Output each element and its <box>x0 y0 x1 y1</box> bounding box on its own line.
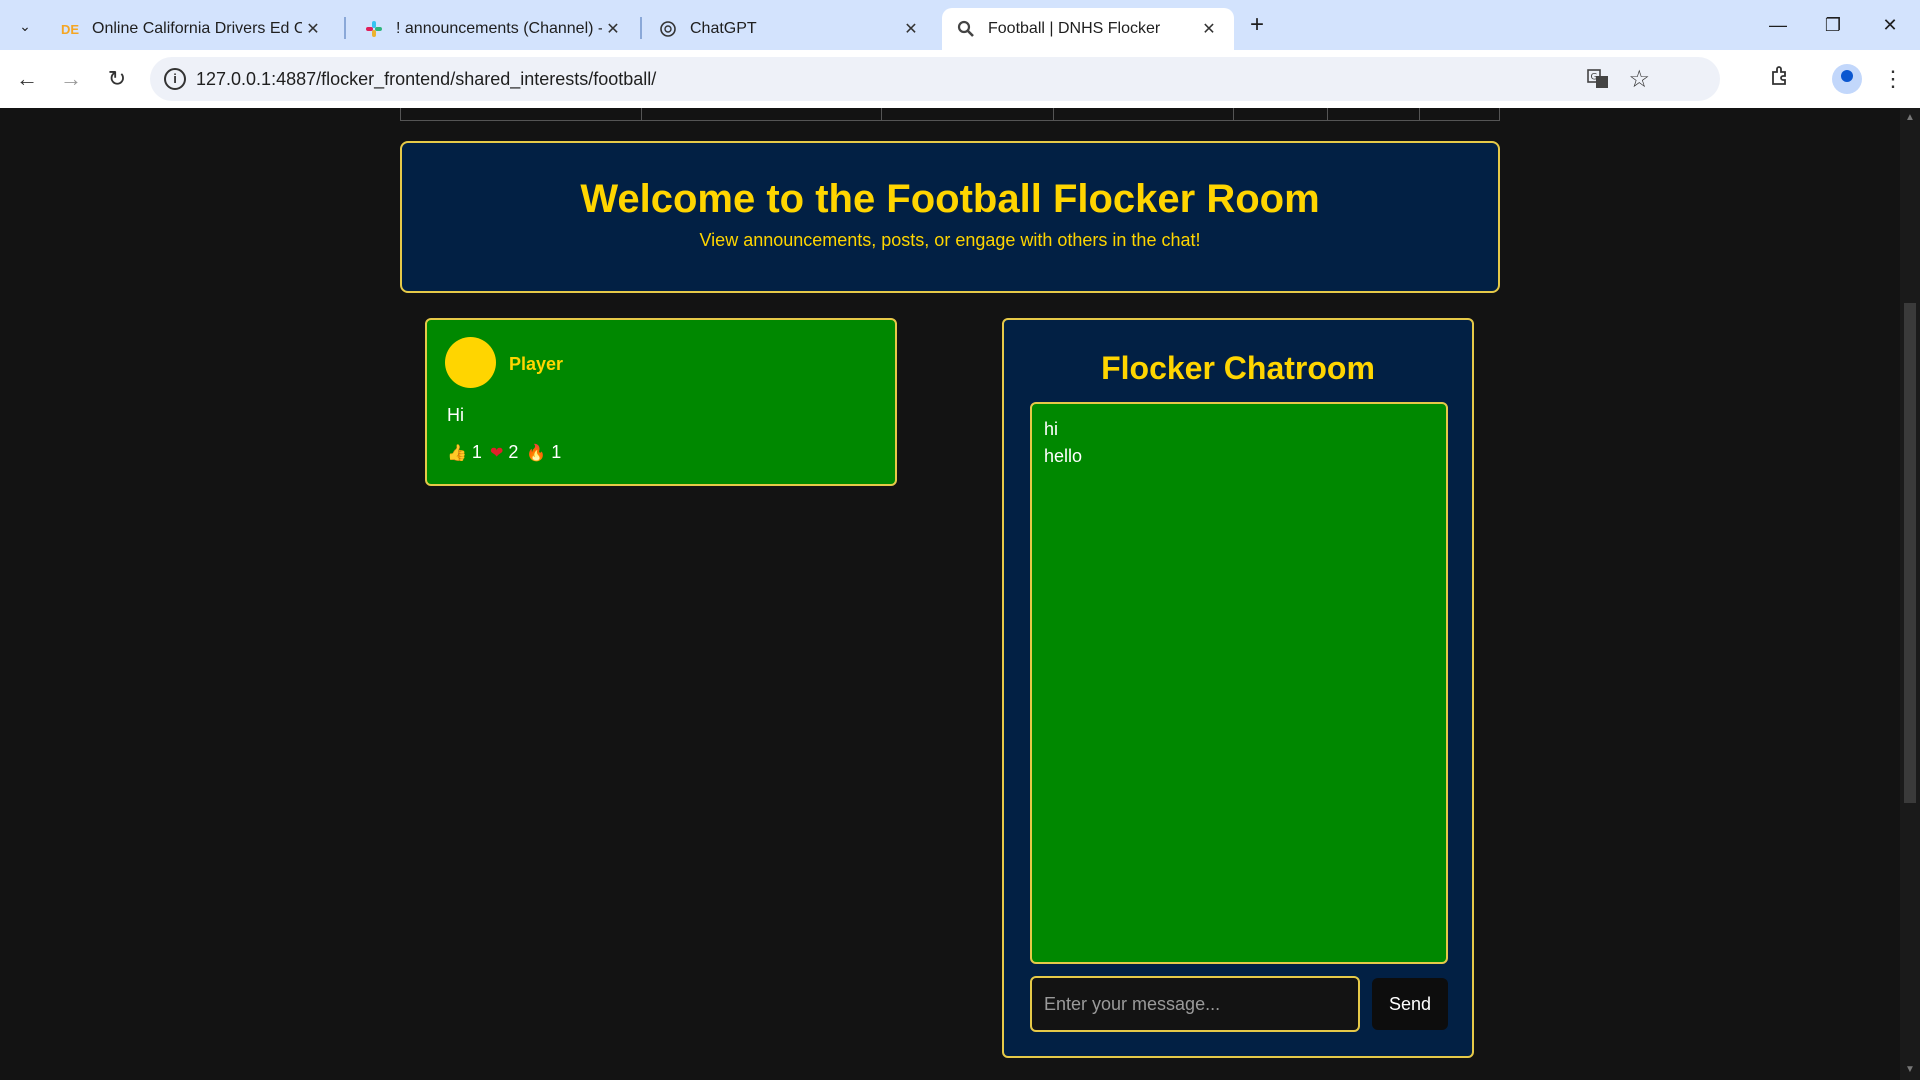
tab-title: ChatGPT <box>690 20 757 37</box>
chat-messages[interactable]: hi hello <box>1030 402 1448 964</box>
reaction-count: 2 <box>508 442 519 462</box>
minimize-button[interactable]: — <box>1758 10 1798 40</box>
browser-toolbar: ← → ↻ i 127.0.0.1:4887/flocker_frontend/… <box>0 50 1920 108</box>
chatgpt-icon <box>658 19 678 39</box>
translate-icon[interactable]: G <box>1586 67 1610 91</box>
arrow-right-icon: → <box>60 66 82 91</box>
bookmark-star-icon[interactable]: ☆ <box>1628 65 1650 94</box>
tab-football-flocker[interactable]: Football | DNHS Flocker ✕ <box>942 8 1234 50</box>
tab-strip: ⌄ DE Online California Drivers Ed Cou ✕ … <box>0 0 1920 50</box>
search-favicon-icon <box>956 19 976 39</box>
site-info-icon[interactable]: i <box>164 68 186 90</box>
reload-icon: ↻ <box>107 66 127 91</box>
scroll-down-icon[interactable]: ▼ <box>1904 1064 1916 1076</box>
page-viewport: Welcome to the Football Flocker Room Vie… <box>0 108 1920 1080</box>
close-icon[interactable]: ✕ <box>1198 19 1220 39</box>
drivers-ed-favicon-icon: DE <box>60 21 80 37</box>
post-author: Player <box>509 354 564 374</box>
tab-separator <box>640 17 642 39</box>
page-subtitle: View announcements, posts, or engage wit… <box>699 230 1201 250</box>
heart-icon: ❤ <box>489 444 504 462</box>
thumbs-up-icon: 👍 <box>447 444 467 462</box>
menu-kebab-icon[interactable]: ⋮ <box>1878 64 1908 94</box>
chat-panel: Flocker Chatroom hi hello Send <box>1002 318 1474 1058</box>
close-window-button[interactable]: ✕ <box>1870 10 1910 40</box>
reaction-heart[interactable]: ❤ 2 <box>490 442 518 463</box>
close-icon[interactable]: ✕ <box>900 19 922 39</box>
tab-title: ! announcements (Channel) - C <box>396 20 602 37</box>
scroll-up-icon[interactable]: ▲ <box>1904 112 1916 124</box>
back-button[interactable]: ← <box>12 64 42 94</box>
reload-button[interactable]: ↻ <box>102 64 132 94</box>
tab-title: Online California Drivers Ed Cou <box>92 20 302 37</box>
arrow-left-icon: ← <box>16 66 38 91</box>
profile-avatar-icon[interactable] <box>1832 64 1862 94</box>
tab-drivers-ed[interactable]: DE Online California Drivers Ed Cou ✕ <box>46 8 338 50</box>
tab-search-button[interactable]: ⌄ <box>10 11 40 41</box>
reaction-bar: 👍 1 ❤ 2 🔥 1 <box>447 442 569 463</box>
tab-separator <box>344 17 346 39</box>
restore-button[interactable]: ❐ <box>1813 10 1853 40</box>
post-card: Player Hi 👍 1 ❤ 2 🔥 1 <box>425 318 897 486</box>
reaction-count: 1 <box>551 442 562 462</box>
tab-title: Football | DNHS Flocker <box>988 20 1161 37</box>
navigation-table-remnant <box>400 108 1500 121</box>
chat-message-input[interactable] <box>1030 976 1360 1032</box>
close-icon[interactable]: ✕ <box>602 19 624 39</box>
page-scrollbar[interactable]: ▲ ▼ <box>1900 108 1920 1080</box>
chevron-down-icon: ⌄ <box>19 17 31 34</box>
tab-announcements[interactable]: ! announcements (Channel) - C ✕ <box>350 8 638 50</box>
slack-icon <box>364 19 384 39</box>
chat-title: Flocker Chatroom <box>1101 350 1375 386</box>
forward-button[interactable]: → <box>56 64 86 94</box>
svg-text:G: G <box>1591 73 1598 83</box>
extensions-icon[interactable] <box>1766 64 1796 94</box>
avatar <box>445 337 496 388</box>
url-text[interactable]: 127.0.0.1:4887/flocker_frontend/shared_i… <box>196 69 656 90</box>
reaction-fire[interactable]: 🔥 1 <box>526 442 561 463</box>
page-title: Welcome to the Football Flocker Room <box>580 177 1320 221</box>
reaction-thumbs-up[interactable]: 👍 1 <box>447 442 482 463</box>
close-icon[interactable]: ✕ <box>302 19 324 39</box>
welcome-banner: Welcome to the Football Flocker Room Vie… <box>400 141 1500 293</box>
chat-message: hello <box>1044 446 1083 466</box>
new-tab-button[interactable]: + <box>1243 12 1271 40</box>
scrollbar-thumb[interactable] <box>1904 303 1916 803</box>
send-button[interactable]: Send <box>1372 978 1448 1030</box>
address-bar[interactable]: i 127.0.0.1:4887/flocker_frontend/shared… <box>150 57 1720 101</box>
chat-message: hi <box>1044 419 1059 439</box>
tab-chatgpt[interactable]: ChatGPT ✕ <box>644 8 936 50</box>
post-text: Hi <box>447 405 464 425</box>
reaction-count: 1 <box>471 442 482 462</box>
fire-icon: 🔥 <box>526 444 547 462</box>
